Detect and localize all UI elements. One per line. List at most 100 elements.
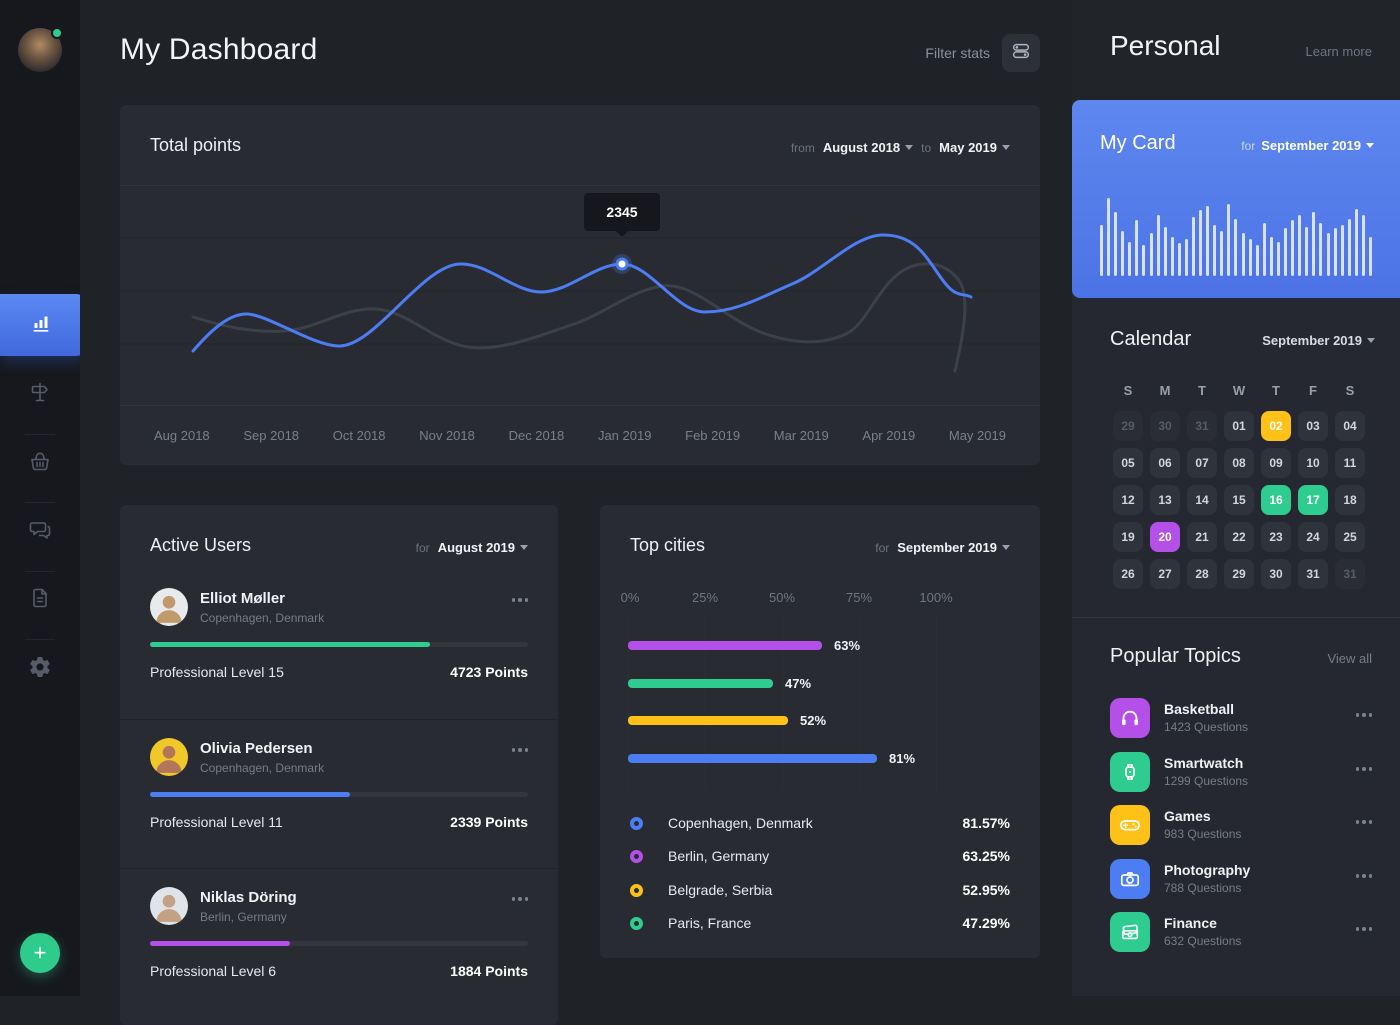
sidebar-item-basket[interactable] [28, 451, 52, 475]
topic-item[interactable]: Photography 788 Questions [1110, 859, 1372, 903]
calendar-day[interactable]: 14 [1187, 485, 1217, 515]
basket-icon [28, 449, 52, 478]
calendar-day[interactable]: 03 [1298, 411, 1328, 441]
legend-pct: 47.29% [963, 915, 1010, 931]
topic-item[interactable]: Basketball 1423 Questions [1110, 698, 1372, 742]
calendar-day[interactable]: 02 [1261, 411, 1291, 441]
topic-item[interactable]: Finance 632 Questions [1110, 912, 1372, 956]
weekday: S [1113, 383, 1143, 398]
calendar-day[interactable]: 08 [1224, 448, 1254, 478]
more-options-icon[interactable] [512, 748, 529, 752]
calendar-day[interactable]: 07 [1187, 448, 1217, 478]
chevron-down-icon [1367, 338, 1375, 343]
calendar-day[interactable]: 29 [1113, 411, 1143, 441]
avatar [150, 887, 188, 925]
calendar-day[interactable]: 15 [1224, 485, 1254, 515]
calendar-day[interactable]: 24 [1298, 522, 1328, 552]
calendar-day[interactable]: 13 [1150, 485, 1180, 515]
user-avatar[interactable] [18, 28, 62, 72]
calendar-day[interactable]: 31 [1298, 559, 1328, 589]
user-points: 1884 Points [450, 963, 528, 979]
topic-name: Photography [1164, 862, 1250, 878]
active-users-period: for August 2019 [416, 540, 528, 555]
topic-item[interactable]: Smartwatch 1299 Questions [1110, 752, 1372, 796]
avatar [150, 588, 188, 626]
city-bar [628, 679, 773, 688]
calendar-title: Calendar [1110, 328, 1191, 351]
legend-ring-icon [630, 884, 643, 897]
calendar-day[interactable]: 25 [1335, 522, 1365, 552]
sidebar-item-messages[interactable] [28, 519, 52, 543]
calendar-day[interactable]: 26 [1113, 559, 1143, 589]
more-options-icon[interactable] [1356, 820, 1373, 824]
calendar-day[interactable]: 22 [1224, 522, 1254, 552]
to-date-dropdown[interactable]: May 2019 [939, 140, 1010, 155]
calendar-period-dropdown[interactable]: September 2019 [1262, 333, 1375, 348]
sidebar-divider [25, 502, 55, 503]
more-options-icon[interactable] [1356, 874, 1373, 878]
x-tick: Feb 2019 [685, 428, 740, 443]
weekday: T [1187, 383, 1217, 398]
legend-pct: 63.25% [963, 848, 1010, 864]
total-points-card: Total points from August 2018 to May 201… [120, 105, 1040, 465]
weekday: T [1261, 383, 1291, 398]
calendar-day[interactable]: 30 [1261, 559, 1291, 589]
left-sidebar: + [0, 0, 80, 996]
period-dropdown[interactable]: August 2019 [438, 540, 528, 555]
calendar-day[interactable]: 04 [1335, 411, 1365, 441]
calendar-day[interactable]: 28 [1187, 559, 1217, 589]
chart-tooltip: 2345 [584, 193, 660, 231]
calendar-day[interactable]: 17 [1298, 485, 1328, 515]
sidebar-divider [25, 434, 55, 435]
calendar-day[interactable]: 16 [1261, 485, 1291, 515]
bar-row: 52% [628, 715, 1020, 725]
more-options-icon[interactable] [1356, 713, 1373, 717]
x-tick: Oct 2018 [333, 428, 386, 443]
calendar-day[interactable]: 09 [1261, 448, 1291, 478]
add-button[interactable]: + [20, 933, 60, 973]
calendar-day[interactable]: 30 [1150, 411, 1180, 441]
sidebar-item-settings[interactable] [28, 657, 52, 681]
more-options-icon[interactable] [1356, 927, 1373, 931]
calendar-day[interactable]: 21 [1187, 522, 1217, 552]
calendar-day[interactable]: 29 [1224, 559, 1254, 589]
period-dropdown[interactable]: September 2019 [1261, 138, 1374, 153]
legend-item: Berlin, Germany 63.25% [630, 846, 1010, 866]
period-dropdown[interactable]: September 2019 [897, 540, 1010, 555]
calendar-day[interactable]: 18 [1335, 485, 1365, 515]
chevron-down-icon [1002, 145, 1010, 150]
more-options-icon[interactable] [1356, 767, 1373, 771]
calendar-day[interactable]: 05 [1113, 448, 1143, 478]
user-level: Professional Level 11 [150, 814, 283, 830]
calendar-day[interactable]: 23 [1261, 522, 1291, 552]
calendar-day[interactable]: 31 [1335, 559, 1365, 589]
learn-more-link[interactable]: Learn more [1306, 44, 1372, 59]
filter-stats-button[interactable] [1002, 34, 1040, 72]
sidebar-divider [25, 571, 55, 572]
bar-row: 63% [628, 640, 1020, 650]
calendar-day[interactable]: 01 [1224, 411, 1254, 441]
calendar-day[interactable]: 20 [1150, 522, 1180, 552]
from-date-dropdown[interactable]: August 2018 [823, 140, 913, 155]
user-name: Olivia Pedersen [200, 740, 313, 757]
calendar-day[interactable]: 19 [1113, 522, 1143, 552]
user-points: 2339 Points [450, 814, 528, 830]
calendar-day[interactable]: 12 [1113, 485, 1143, 515]
sidebar-item-documents[interactable] [28, 588, 52, 612]
calendar-day[interactable]: 11 [1335, 448, 1365, 478]
topic-item[interactable]: Games 983 Questions [1110, 805, 1372, 849]
bar-row: 47% [628, 678, 1020, 688]
more-options-icon[interactable] [512, 897, 529, 901]
view-all-link[interactable]: View all [1327, 651, 1372, 666]
calendar-day[interactable]: 31 [1187, 411, 1217, 441]
calendar-day[interactable]: 06 [1150, 448, 1180, 478]
dashboard-app: { "colors": { "blue":"#4d7df2", "green":… [0, 0, 1400, 996]
calendar-grid: 29 30 31 01 02 03 04 05 06 07 08 09 10 1… [1113, 411, 1367, 589]
calendar-day[interactable]: 27 [1150, 559, 1180, 589]
user-row: Elliot Møller Copenhagen, Denmark Profes… [120, 570, 558, 719]
sidebar-item-signpost[interactable] [28, 382, 52, 406]
more-options-icon[interactable] [512, 598, 529, 602]
sidebar-item-dashboard[interactable] [0, 294, 88, 356]
calendar-day[interactable]: 10 [1298, 448, 1328, 478]
top-cities-period: for September 2019 [875, 540, 1010, 555]
